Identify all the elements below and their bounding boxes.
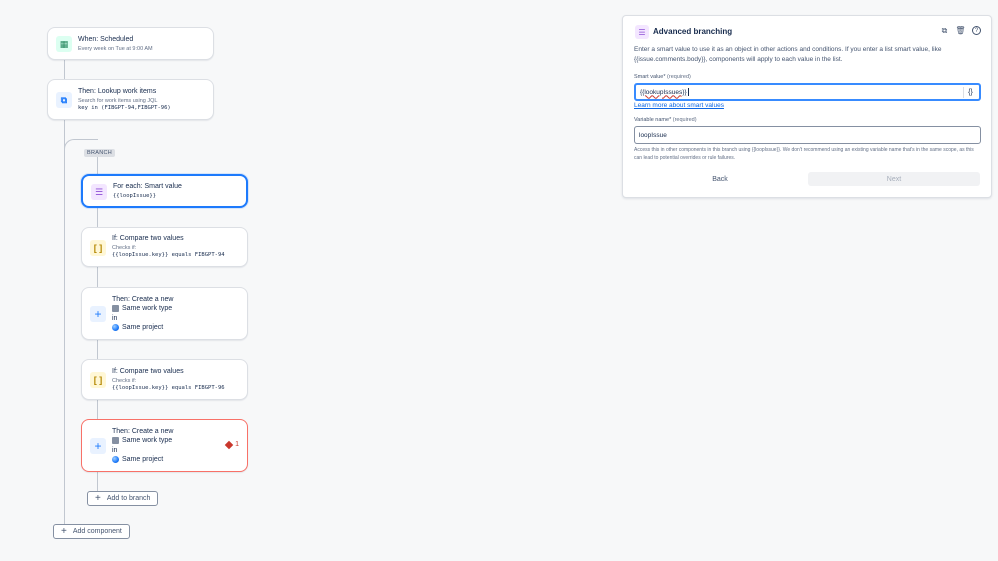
variable-name-label: Variable name* (required) [634, 117, 697, 123]
create1-project: Same project [122, 324, 164, 331]
create2-type: Same work type [122, 437, 173, 444]
trigger-title: When: Scheduled [78, 36, 134, 43]
project-icon [112, 456, 119, 463]
if-card-2[interactable]: [ ] If: Compare two values Checks if: {{… [81, 359, 248, 400]
copy-icon[interactable]: ⧉ [940, 26, 949, 35]
text-caret [687, 88, 689, 96]
create-card-1[interactable]: + Then: Create a new Same work type in S… [81, 287, 248, 340]
braces-icon[interactable]: {} [963, 87, 977, 98]
lookup-jql: key in (FIBGPT-94,FIBGPT-96) [78, 105, 171, 111]
trigger-card[interactable]: ▦ When: Scheduled Every week on Tue at 9… [47, 27, 214, 60]
variable-name-input[interactable]: loopIssue [634, 126, 981, 144]
help-icon[interactable]: ? [972, 26, 981, 35]
if-card-1[interactable]: [ ] If: Compare two values Checks if: {{… [81, 227, 248, 267]
calendar-icon: ▦ [56, 36, 72, 52]
create1-type-row: Same work type [112, 305, 172, 312]
variable-name-label-text: Variable name [634, 117, 670, 123]
project-icon [112, 324, 119, 331]
error-badge[interactable]: 1 [224, 440, 239, 449]
work-type-icon [112, 305, 119, 312]
add-component-button[interactable]: + Add component [53, 524, 130, 539]
panel-title: Advanced branching [653, 27, 733, 36]
plus-icon: + [95, 492, 101, 504]
plus-icon: + [61, 525, 67, 537]
if1-title: If: Compare two values [112, 235, 184, 242]
create2-type-row: Same work type [112, 437, 172, 444]
create1-in: in [112, 315, 118, 322]
trigger-subtitle: Every week on Tue at 9:00 AM [78, 46, 153, 52]
foreach-card[interactable]: ☰ For each: Smart value {{loopIssue}} [81, 174, 248, 208]
list-icon: ☰ [91, 184, 107, 200]
smart-value-label-text: Smart value [634, 74, 664, 80]
smart-value-text: {{lookupIssues}} [640, 88, 687, 96]
panel-actions: ⧉ 🗑 ? [940, 26, 981, 35]
if2-title: If: Compare two values [112, 368, 184, 375]
create2-project: Same project [122, 456, 164, 463]
if2-checks: Checks if: [112, 378, 137, 384]
foreach-value: {{loopIssue}} [113, 193, 157, 199]
panel-description: Enter a smart value to use it as an obje… [634, 46, 942, 64]
create1-project-row: Same project [112, 324, 163, 331]
learn-more-link[interactable]: Learn more about smart values [634, 102, 724, 109]
connector-main [64, 59, 65, 527]
variable-help-text: Access this in other components in this … [634, 147, 974, 161]
back-button[interactable]: Back [634, 172, 806, 186]
plus-icon: + [90, 306, 106, 322]
smart-value-label: Smart value* (required) [634, 74, 691, 80]
error-count: 1 [235, 441, 239, 448]
create2-project-row: Same project [112, 456, 163, 463]
advanced-branching-panel: ☰ Advanced branching ⧉ 🗑 ? Enter a smart… [622, 15, 992, 198]
if2-condition: {{loopIssue.key}} equals FIBGPT-96 [112, 385, 225, 391]
add-component-label: Add component [72, 528, 122, 535]
add-to-branch-button[interactable]: + Add to branch [87, 491, 159, 506]
plus-icon: + [90, 438, 106, 454]
error-icon [224, 440, 234, 449]
smart-value-required: (required) [667, 74, 691, 80]
lookup-card[interactable]: ⧉ Then: Lookup work items Search for wor… [47, 79, 214, 120]
add-to-branch-label: Add to branch [106, 495, 151, 502]
branch-label: BRANCH [84, 149, 116, 157]
next-button[interactable]: Next [808, 172, 980, 186]
create1-title: Then: Create a new [112, 296, 174, 303]
smart-value-input[interactable]: {{lookupIssues}} {} [634, 83, 981, 101]
trash-icon[interactable]: 🗑 [955, 26, 965, 35]
condition-icon: [ ] [90, 372, 106, 388]
variable-name-required: (required) [672, 117, 697, 123]
lookup-subtitle: Search for work items using JQL [78, 98, 158, 104]
lookup-title: Then: Lookup work items [78, 88, 157, 95]
work-type-icon [112, 437, 119, 444]
foreach-title: For each: Smart value [113, 183, 182, 190]
create-card-2[interactable]: + Then: Create a new Same work type in S… [81, 419, 248, 472]
condition-icon: [ ] [90, 240, 106, 256]
create2-in: in [112, 447, 118, 454]
list-icon: ☰ [635, 25, 649, 39]
if1-condition: {{loopIssue.key}} equals FIBGPT-94 [112, 252, 225, 258]
create2-title: Then: Create a new [112, 428, 174, 435]
create1-type: Same work type [122, 305, 173, 312]
variable-name-text: loopIssue [639, 131, 667, 139]
lookup-icon: ⧉ [56, 92, 72, 108]
if1-checks: Checks if: [112, 245, 137, 251]
